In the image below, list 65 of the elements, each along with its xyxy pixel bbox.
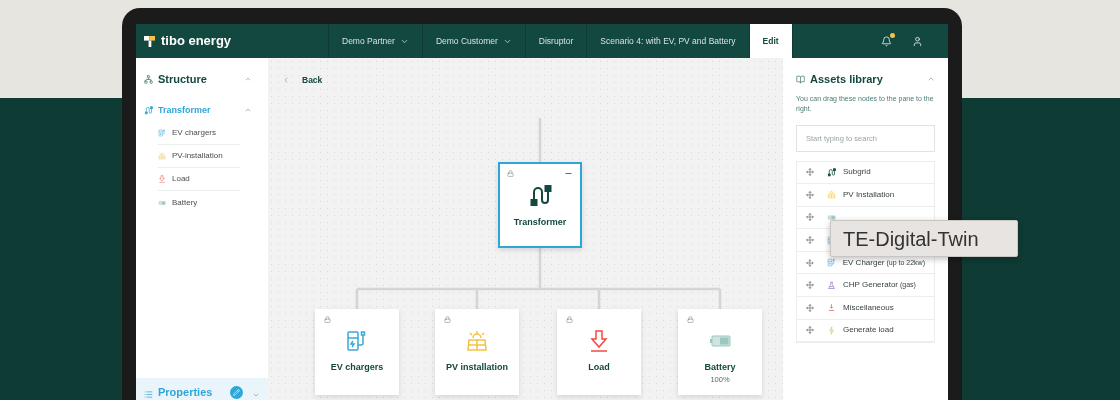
node-label: PV installation (446, 361, 508, 374)
charging-station-icon (158, 129, 166, 137)
plug-cable-icon (144, 105, 153, 115)
pencil-icon (233, 389, 240, 396)
drag-handle-icon[interactable] (806, 326, 814, 335)
solar-panel-icon (827, 190, 836, 200)
charging-station-icon (826, 258, 836, 268)
drag-handle-icon[interactable] (806, 303, 814, 312)
solar-panel-icon (158, 152, 166, 160)
node-label: Transformer (513, 216, 567, 229)
lock-icon (324, 316, 331, 323)
asset-label: Miscellaneous (843, 301, 894, 314)
node-label: Load (588, 361, 610, 374)
chevron-left-icon (282, 76, 290, 85)
plug-cable-icon (528, 184, 552, 208)
flask-icon (827, 280, 836, 290)
app-logo: tibo energy (161, 32, 232, 51)
drag-handle-icon[interactable] (806, 258, 814, 267)
battery-icon (158, 198, 166, 207)
plug-cable-icon (827, 167, 836, 177)
asset-item[interactable]: Subgrid (797, 161, 934, 185)
nav-tab[interactable]: Edit (749, 24, 793, 58)
node-label: EV chargers (330, 361, 384, 374)
edit-button[interactable] (230, 386, 243, 399)
asset-label: Generate load (843, 324, 894, 337)
battery-icon (827, 213, 836, 222)
user-account-button[interactable] (912, 35, 923, 47)
asset-label: PV Installation (843, 188, 895, 201)
lock-icon (507, 170, 514, 177)
tree-item[interactable]: Load (172, 173, 190, 185)
tree-item[interactable]: EV chargers (172, 127, 217, 139)
book-icon (796, 74, 805, 84)
diagram-node[interactable]: Load (557, 309, 641, 395)
arrow-down-icon (827, 303, 836, 313)
expand-button[interactable] (252, 391, 260, 399)
asset-item[interactable]: Generate load (797, 319, 934, 343)
back-link[interactable]: Back (282, 74, 323, 87)
diagram-node[interactable]: EV chargers (315, 309, 399, 395)
tree-item[interactable]: PV-installation (172, 150, 223, 162)
structure-icon (144, 74, 153, 84)
asset-label: Subgrid (843, 166, 871, 179)
drag-handle-icon[interactable] (806, 236, 814, 245)
lock-icon (566, 316, 573, 323)
drag-handle-icon[interactable] (806, 281, 814, 290)
panel-title: Properties (158, 386, 214, 399)
diagram-node[interactable]: Transformer (498, 162, 582, 248)
drag-handle-icon[interactable] (806, 168, 814, 177)
tree-item[interactable]: Battery (172, 196, 198, 209)
notifications-button[interactable] (881, 35, 892, 47)
drag-handle-icon[interactable] (806, 213, 814, 222)
lock-icon (687, 316, 694, 323)
node-label: Battery (704, 361, 736, 374)
panel-title: Assets library (810, 72, 884, 87)
asset-item[interactable]: PV Installation (797, 184, 934, 207)
list-icon (144, 390, 153, 399)
lock-icon (444, 316, 451, 323)
panel-title: Structure (158, 72, 208, 87)
logo-icon (144, 35, 155, 47)
download-arrow-icon (158, 175, 166, 183)
asset-item[interactable]: Miscellaneous (797, 297, 934, 320)
lightning-icon (827, 325, 836, 335)
tooltip: TE-Digital-Twin (830, 220, 1018, 257)
solar-panel-icon (465, 329, 489, 353)
drag-handle-icon[interactable] (806, 190, 814, 199)
diagram-node[interactable]: PV installation (435, 309, 519, 395)
